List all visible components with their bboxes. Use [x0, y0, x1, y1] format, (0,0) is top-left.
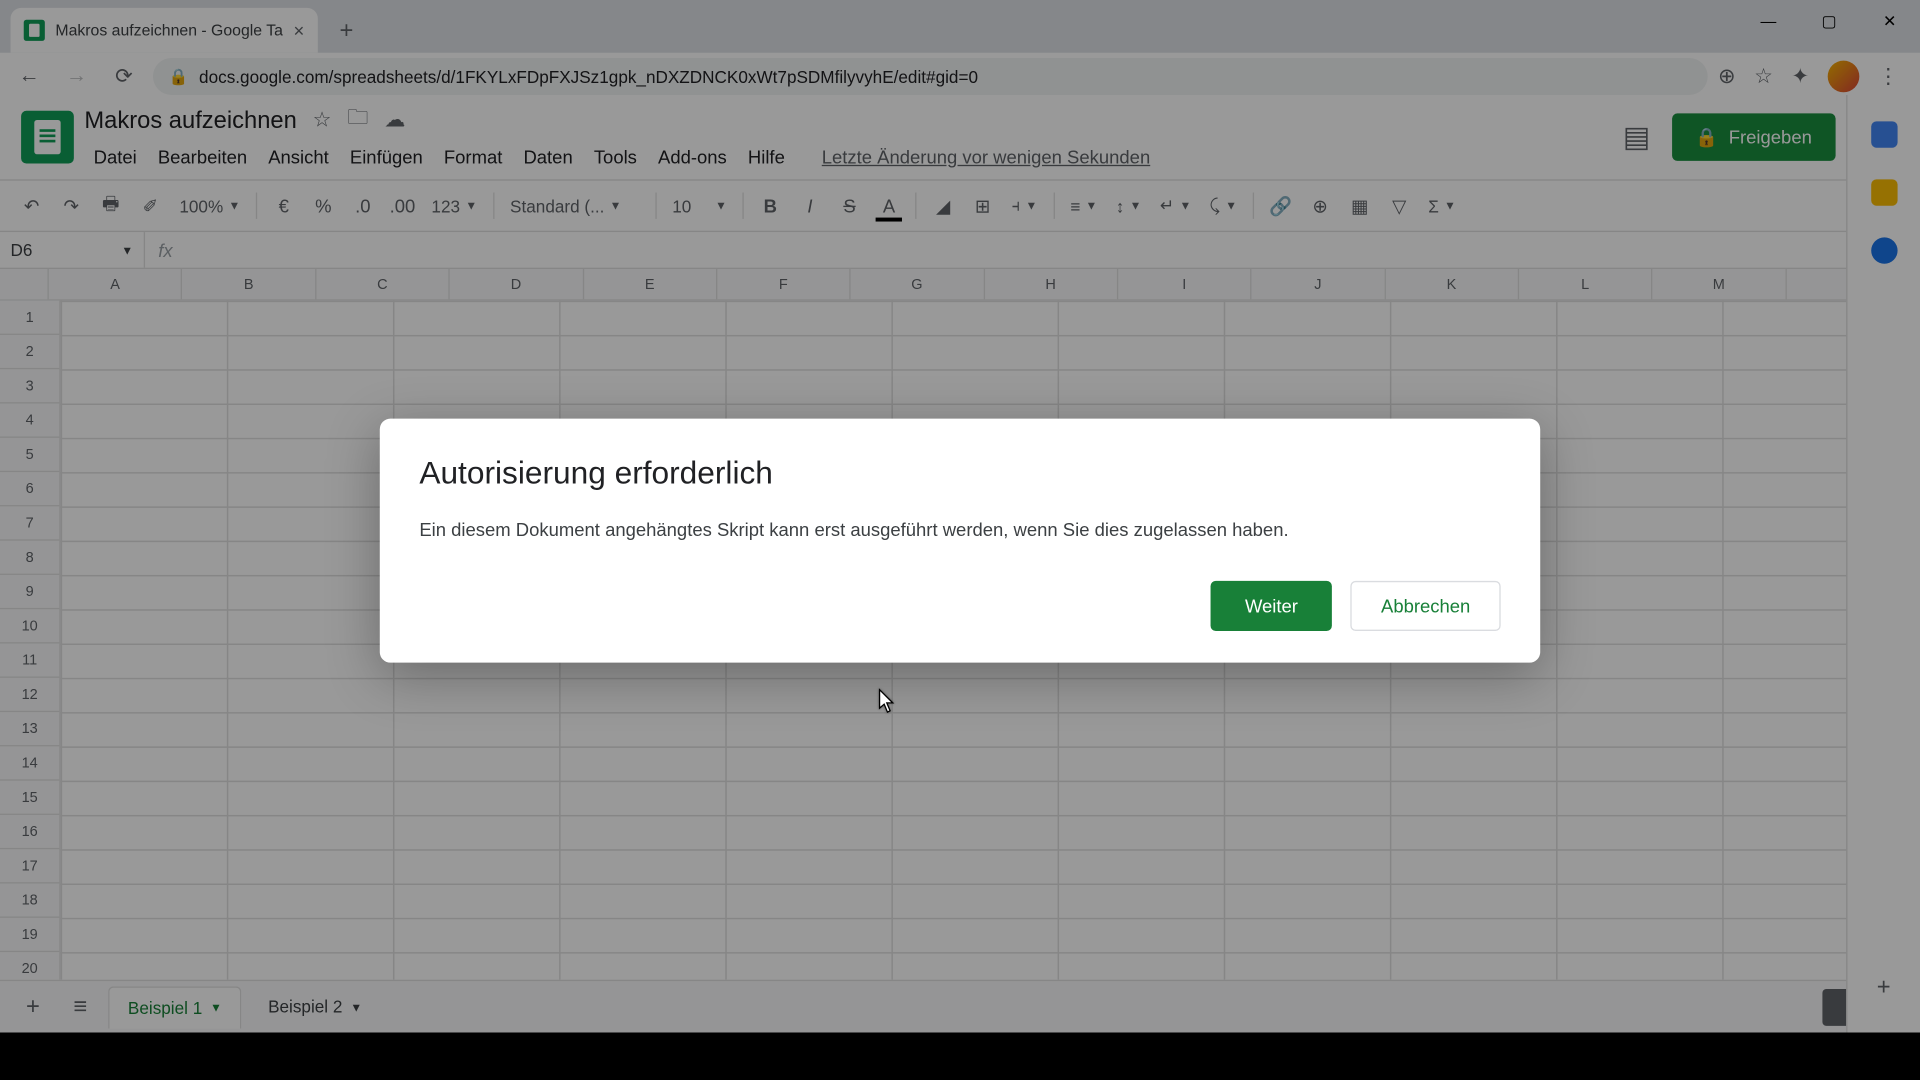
dialog-body: Ein diesem Dokument angehängtes Skript k…	[419, 516, 1500, 544]
cancel-button[interactable]: Abbrechen	[1351, 580, 1501, 630]
dialog-title: Autorisierung erforderlich	[419, 455, 1500, 492]
authorization-dialog: Autorisierung erforderlich Ein diesem Do…	[380, 418, 1540, 662]
continue-button[interactable]: Weiter	[1211, 580, 1333, 630]
letterbox-bottom	[0, 1033, 1920, 1080]
